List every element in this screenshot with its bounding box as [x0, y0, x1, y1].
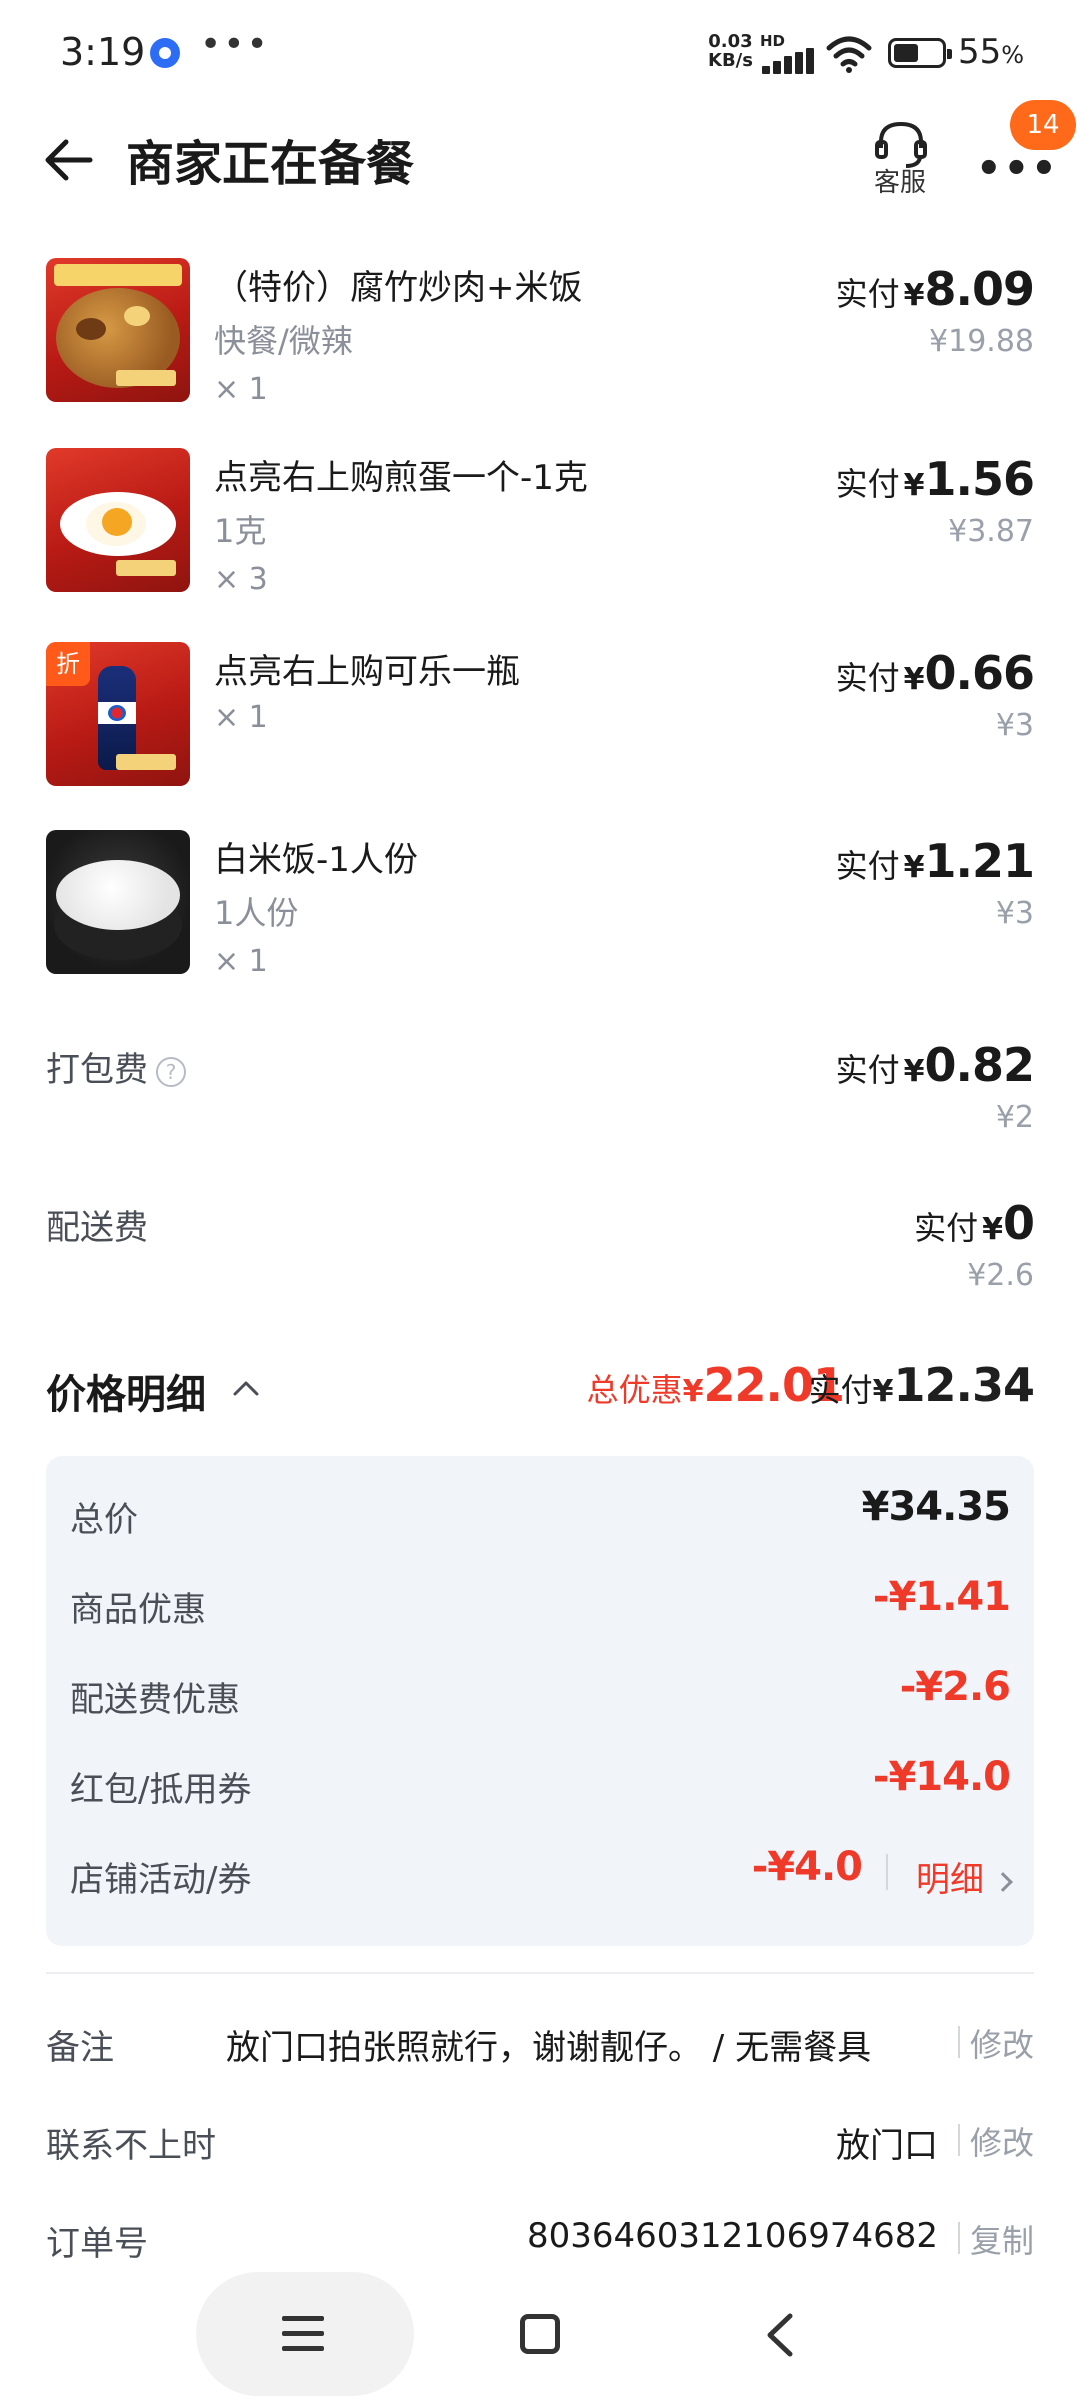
- back-arrow-icon[interactable]: [38, 130, 98, 190]
- status-bar: 3:19 ••• 0.03 KB/s HD 55%: [0, 0, 1080, 110]
- item-quantity: × 1: [214, 372, 268, 407]
- order-item[interactable]: （特价）腐竹炒肉+米饭 快餐/微辣 × 1 实付 ¥8.09 ¥19.88: [0, 258, 1080, 438]
- total-discount: 总优惠¥22.01: [586, 1358, 845, 1412]
- order-number-label: 订单号: [46, 2224, 148, 2264]
- delivery-fee-paid: 实付 ¥0: [914, 1196, 1035, 1250]
- detail-label: 红包/抵用券: [70, 1770, 252, 1810]
- network-speed-unit: KB/s: [708, 50, 753, 71]
- battery-percent: 55%: [958, 32, 1025, 72]
- order-item[interactable]: 折 点亮右上购可乐一瓶 × 1 实付 ¥0.66 ¥3: [0, 642, 1080, 822]
- item-quantity: × 1: [214, 700, 268, 735]
- divider: [46, 1972, 1034, 1974]
- edit-unreachable-button[interactable]: 修改: [970, 2118, 1034, 2164]
- item-original-price: ¥3: [995, 896, 1034, 931]
- order-number-value: 8036460312106974682: [526, 2216, 938, 2256]
- item-spec: 1人份: [214, 894, 299, 932]
- divider: [958, 2124, 960, 2156]
- network-speed: 0.03 KB/s: [708, 32, 753, 70]
- help-icon[interactable]: ?: [156, 1056, 186, 1087]
- item-paid: 实付 ¥0.66: [835, 646, 1035, 700]
- item-name: 点亮右上购可乐一瓶: [214, 652, 520, 692]
- item-name: （特价）腐竹炒肉+米饭: [214, 268, 583, 308]
- item-spec: 快餐/微辣: [214, 322, 353, 360]
- network-speed-value: 0.03: [708, 31, 753, 52]
- total-paid: 实付¥12.34: [808, 1358, 1035, 1412]
- note-label: 备注: [46, 2028, 114, 2068]
- status-time: 3:19: [60, 30, 146, 74]
- delivery-fee-original: ¥2.6: [967, 1258, 1034, 1293]
- item-spec: 1克: [214, 512, 267, 550]
- packing-fee-row: 打包费? 实付 ¥0.82 ¥2: [0, 1038, 1080, 1148]
- nav-back-icon[interactable]: [760, 2312, 800, 2358]
- note-value: 放门口拍张照就行，谢谢靓仔。 / 无需餐具: [226, 2028, 872, 2068]
- menu-icon[interactable]: [282, 2316, 324, 2352]
- unreachable-row: 联系不上时 放门口 修改: [0, 2118, 1080, 2188]
- detail-value: -¥14.0: [872, 1754, 1011, 1800]
- item-image: [46, 258, 190, 402]
- item-paid: 实付 ¥1.21: [835, 834, 1035, 888]
- price-detail-title: 价格明细: [46, 1372, 206, 1418]
- item-name: 白米饭-1人份: [214, 840, 418, 880]
- unreachable-value: 放门口: [836, 2126, 938, 2166]
- edit-note-button[interactable]: 修改: [970, 2020, 1034, 2066]
- item-original-price: ¥3: [995, 708, 1034, 743]
- item-paid: 实付 ¥1.56: [835, 452, 1035, 506]
- note-row: 备注 放门口拍张照就行，谢谢靓仔。 / 无需餐具 修改: [0, 2020, 1080, 2090]
- item-name: 点亮右上购煎蛋一个-1克: [214, 458, 588, 498]
- store-discount-detail-link[interactable]: 明细: [916, 1852, 1013, 1901]
- more-notifications-icon: •••: [200, 24, 270, 65]
- page-title: 商家正在备餐: [126, 136, 415, 192]
- order-item[interactable]: 白米饭-1人份 1人份 × 1 实付 ¥1.21 ¥3: [0, 830, 1080, 1010]
- copy-order-number-button[interactable]: 复制: [970, 2216, 1034, 2262]
- item-image: [46, 448, 190, 592]
- item-original-price: ¥3.87: [948, 514, 1034, 549]
- chevron-right-icon: [993, 1871, 1013, 1892]
- delivery-fee-label: 配送费: [46, 1208, 148, 1248]
- divider: [958, 2222, 960, 2254]
- price-detail-header[interactable]: 价格明细 总优惠¥22.01 实付¥12.34: [0, 1358, 1080, 1428]
- detail-value: ¥34.35: [861, 1484, 1011, 1530]
- wifi-icon: [826, 36, 872, 73]
- customer-service-label[interactable]: 客服: [874, 162, 926, 199]
- item-image: 折: [46, 642, 190, 786]
- item-quantity: × 1: [214, 944, 268, 979]
- battery-icon: [888, 38, 952, 68]
- packing-fee-paid: 实付 ¥0.82: [835, 1038, 1035, 1092]
- app-notification-icon: [150, 38, 180, 68]
- detail-value: -¥2.6: [899, 1664, 1011, 1710]
- chevron-up-icon[interactable]: [232, 1378, 260, 1398]
- detail-label: 配送费优惠: [70, 1680, 240, 1720]
- divider: [958, 2026, 960, 2058]
- header: 商家正在备餐 客服 ••• 14: [0, 100, 1080, 240]
- item-paid: 实付 ¥8.09: [835, 262, 1035, 316]
- notification-badge: 14: [1010, 100, 1076, 150]
- divider: [886, 1854, 888, 1890]
- home-icon[interactable]: [520, 2314, 560, 2354]
- packing-fee-label: 打包费?: [46, 1042, 186, 1091]
- signal-icon: [762, 48, 814, 74]
- detail-value: -¥1.41: [872, 1574, 1011, 1620]
- item-original-price: ¥19.88: [929, 324, 1034, 359]
- item-quantity: × 3: [214, 562, 268, 597]
- unreachable-label: 联系不上时: [46, 2126, 216, 2166]
- detail-label: 店铺活动/券: [70, 1860, 252, 1900]
- detail-label: 商品优惠: [70, 1590, 206, 1630]
- packing-fee-original: ¥2: [995, 1100, 1034, 1135]
- discount-tag: 折: [46, 642, 90, 686]
- item-image: [46, 830, 190, 974]
- system-nav-bar: [0, 2270, 1080, 2400]
- order-item[interactable]: 点亮右上购煎蛋一个-1克 1克 × 3 实付 ¥1.56 ¥3.87: [0, 448, 1080, 628]
- detail-label: 总价: [70, 1500, 138, 1540]
- more-icon[interactable]: •••: [976, 146, 1059, 192]
- delivery-fee-row: 配送费 实付 ¥0 ¥2.6: [0, 1196, 1080, 1306]
- detail-value: -¥4.0: [751, 1844, 863, 1890]
- price-detail-box: 总价 ¥34.35 商品优惠 -¥1.41 配送费优惠 -¥2.6 红包/抵用券…: [46, 1456, 1034, 1946]
